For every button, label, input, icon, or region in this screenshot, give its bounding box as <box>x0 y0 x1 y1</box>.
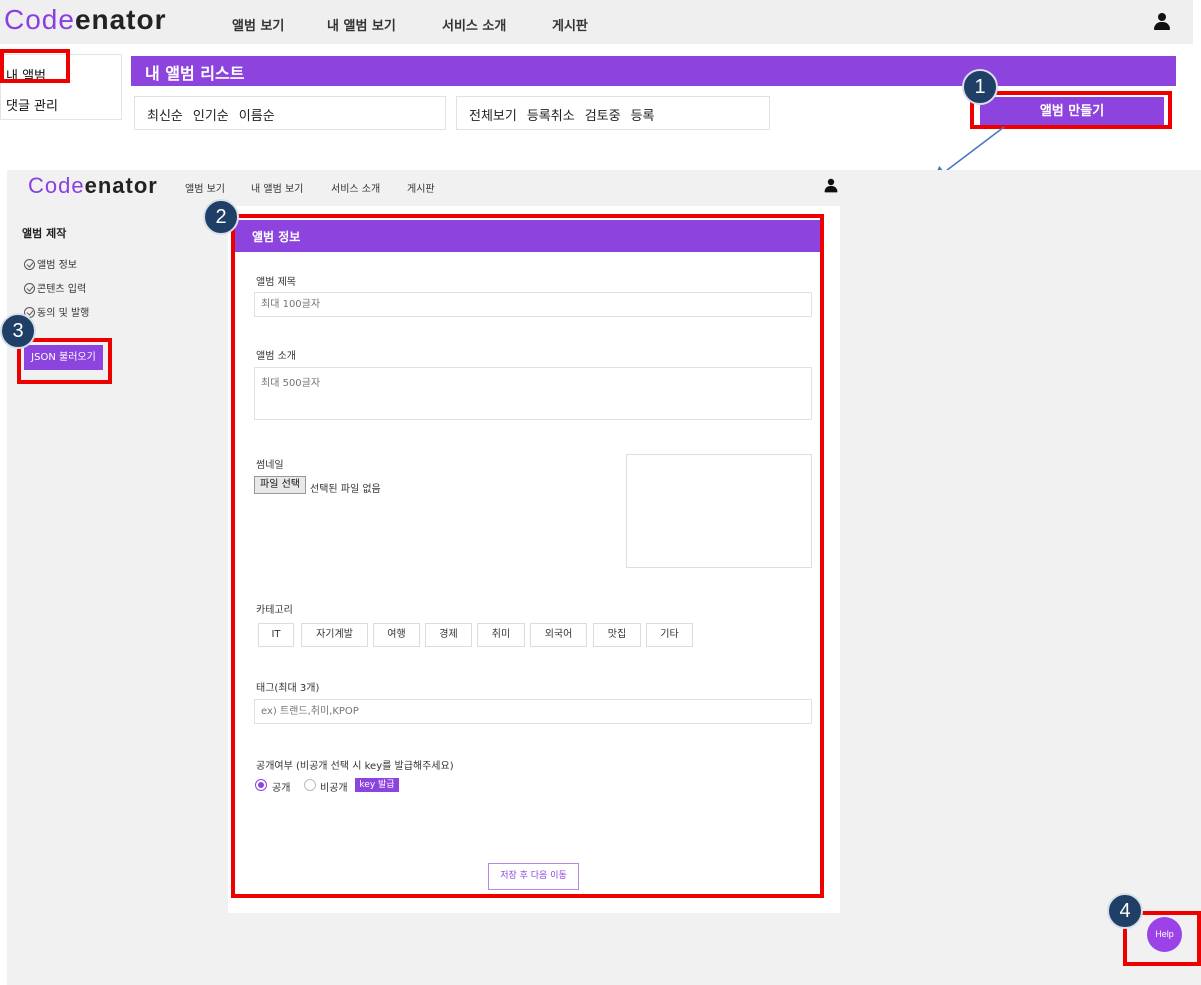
annotation-badge-2: 2 <box>203 199 239 235</box>
bottom-nav-board[interactable]: 게시판 <box>407 180 435 195</box>
sort-filter-box: 최신순 인기순 이름순 <box>134 96 446 130</box>
top-logo[interactable]: Codeenator <box>4 4 167 36</box>
bottom-nav-my-album-view[interactable]: 내 앨범 보기 <box>251 180 303 195</box>
annotation-badge-1: 1 <box>962 69 998 105</box>
step-agree-publish[interactable]: 동의 및 발행 <box>24 304 89 319</box>
bottom-nav-album-view[interactable]: 앨범 보기 <box>185 180 225 195</box>
album-creation-title: 앨범 제작 <box>22 227 67 240</box>
status-registered[interactable]: 등록 <box>631 109 655 124</box>
top-navbar <box>0 0 1193 44</box>
bottom-logo[interactable]: Codeenator <box>28 173 158 199</box>
annotation-badge-3: 3 <box>0 313 36 349</box>
top-nav-service-intro[interactable]: 서비스 소개 <box>442 15 506 34</box>
annotation-badge-4: 4 <box>1107 893 1143 929</box>
top-nav-my-album-view[interactable]: 내 앨범 보기 <box>327 15 396 34</box>
top-user-icon[interactable] <box>1153 13 1171 31</box>
sort-latest[interactable]: 최신순 <box>147 109 183 124</box>
top-sidebar-item-comments[interactable]: 댓글 관리 <box>6 95 58 114</box>
top-nav-board[interactable]: 게시판 <box>552 15 588 34</box>
status-cancelled[interactable]: 등록취소 <box>527 109 575 124</box>
sort-popular[interactable]: 인기순 <box>193 109 229 124</box>
status-filter-box: 전체보기 등록취소 검토중 등록 <box>456 96 770 130</box>
sort-name[interactable]: 이름순 <box>239 109 275 124</box>
top-nav-album-view[interactable]: 앨범 보기 <box>232 15 284 34</box>
bottom-nav-service-intro[interactable]: 서비스 소개 <box>331 180 380 195</box>
check-circle-icon <box>24 259 35 270</box>
highlight-box-json-import <box>17 338 112 384</box>
status-reviewing[interactable]: 검토중 <box>585 109 621 124</box>
highlight-box-album-form <box>231 214 824 898</box>
status-all[interactable]: 전체보기 <box>469 109 517 124</box>
check-circle-icon <box>24 283 35 294</box>
highlight-box-my-album <box>0 49 70 83</box>
album-list-header: 내 앨범 리스트 <box>131 56 1176 86</box>
step-content-input[interactable]: 콘텐츠 입력 <box>24 280 86 295</box>
bottom-user-icon[interactable] <box>824 178 838 193</box>
step-album-info[interactable]: 앨범 정보 <box>24 256 77 271</box>
